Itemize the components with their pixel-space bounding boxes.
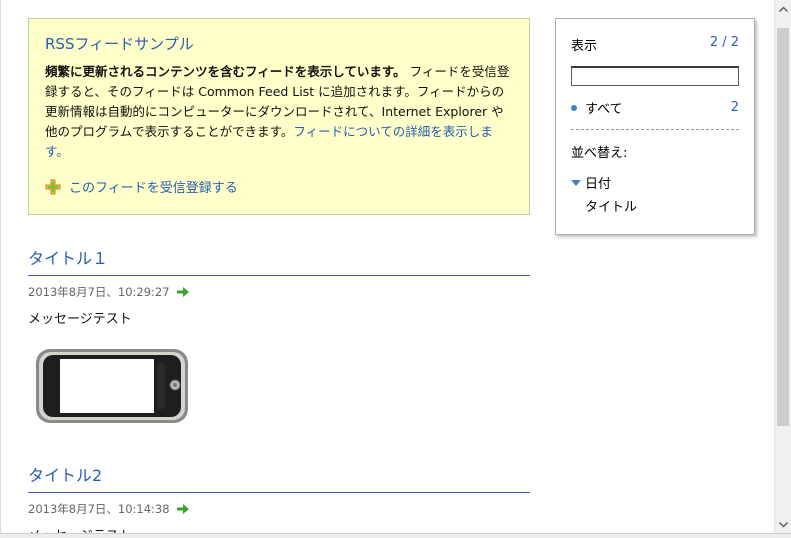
entry-body: メッセージテスト	[28, 312, 132, 327]
display-label: 表示	[571, 39, 598, 54]
green-arrow-icon[interactable]	[176, 503, 190, 515]
divider	[571, 129, 739, 130]
feed-entry: タイトル2 2013年8月7日、10:14:38 メッセージテスト	[28, 462, 530, 533]
feed-entry: タイトル１ 2013年8月7日、10:29:27 メッセージテスト	[28, 245, 530, 425]
entry-title-link[interactable]: タイトル2	[28, 462, 530, 493]
display-row: 表示 2 / 2	[571, 35, 739, 54]
window-bottom-edge	[0, 533, 791, 538]
phone-image	[36, 349, 188, 423]
feed-title: RSSフィードサンプル	[45, 35, 194, 53]
filter-search-input[interactable]	[571, 66, 739, 86]
entry-date-text: 2013年8月7日、10:29:27	[28, 285, 170, 299]
subscribe-plus-icon	[45, 179, 61, 195]
bullet-icon	[571, 104, 577, 111]
entry-date: 2013年8月7日、10:14:38	[28, 501, 530, 517]
feed-description-bold: 頻繁に更新されるコンテンツを含むフィードを表示しています。	[45, 64, 406, 79]
subscribe-label: このフィードを受信登録する	[69, 181, 238, 196]
sort-label: 並べ替え:	[571, 146, 628, 161]
entry-body: メッセージテスト	[28, 525, 530, 533]
sort-triangle-icon	[571, 179, 581, 186]
feed-viewport: RSSフィードサンプル 頻繁に更新されるコンテンツを含むフィードを表示しています…	[0, 0, 774, 533]
entry-date-text: 2013年8月7日、10:14:38	[28, 502, 170, 516]
filter-panel: 表示 2 / 2 すべて 2 並べ替え: 日付 タイトル	[555, 18, 755, 235]
sort-by-title[interactable]: タイトル	[571, 196, 739, 215]
scroll-up-icon[interactable]	[775, 0, 791, 17]
entry-date: 2013年8月7日、10:29:27	[28, 284, 530, 300]
scroll-down-icon[interactable]	[775, 516, 791, 533]
entry-title-link[interactable]: タイトル１	[28, 245, 530, 276]
filter-all-label: すべて	[585, 102, 623, 117]
sort-by-date[interactable]: 日付	[571, 173, 739, 192]
green-arrow-icon[interactable]	[176, 286, 190, 298]
vertical-scrollbar[interactable]	[774, 0, 791, 533]
feed-description: 頻繁に更新されるコンテンツを含むフィードを表示しています。 フィードを受信登録す…	[45, 62, 513, 162]
filter-all-count: 2	[730, 100, 739, 115]
filter-all-item[interactable]: すべて 2	[571, 98, 739, 117]
scrollbar-thumb[interactable]	[777, 28, 789, 426]
subscribe-link[interactable]: このフィードを受信登録する	[45, 177, 238, 196]
feed-info-box: RSSフィードサンプル 頻繁に更新されるコンテンツを含むフィードを表示しています…	[28, 18, 530, 215]
sort-date-label: 日付	[585, 177, 612, 192]
display-count: 2 / 2	[709, 35, 739, 50]
